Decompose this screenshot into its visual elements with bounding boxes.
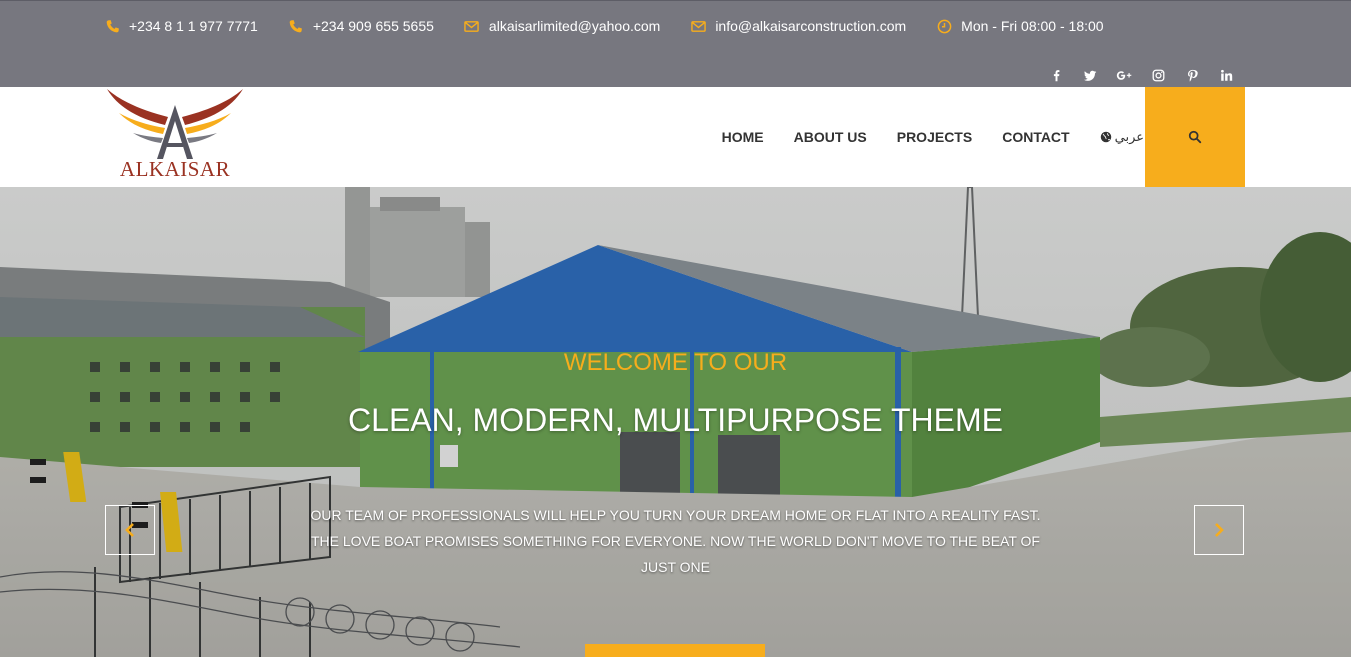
search-button[interactable] bbox=[1145, 87, 1245, 187]
top-bar: +234 8 1 1 977 7771 +234 909 655 5655 al… bbox=[0, 0, 1351, 87]
nav-about-us[interactable]: ABOUT US bbox=[794, 129, 867, 145]
mail-icon bbox=[690, 18, 706, 34]
hero-headline: CLEAN, MODERN, MULTIPURPOSE THEME bbox=[348, 402, 1003, 438]
contact-text: alkaisarlimited@yahoo.com bbox=[488, 18, 661, 34]
phone-icon bbox=[104, 18, 120, 34]
nav-projects[interactable]: PROJECTS bbox=[897, 129, 972, 145]
contact-phone-1[interactable]: +234 8 1 1 977 7771 bbox=[104, 18, 258, 34]
language-label: عربي bbox=[1114, 129, 1144, 144]
logo-emblem bbox=[107, 89, 243, 159]
slider-prev-button[interactable] bbox=[105, 505, 155, 555]
twitter-icon[interactable] bbox=[1073, 67, 1107, 83]
contact-hours: Mon - Fri 08:00 - 18:00 bbox=[936, 18, 1104, 34]
language-switch[interactable]: عربي bbox=[1100, 129, 1144, 145]
mail-icon bbox=[464, 18, 480, 34]
main-menu: HOME ABOUT US PROJECTS CONTACT عربي bbox=[692, 87, 1144, 187]
linkedin-icon[interactable] bbox=[1209, 67, 1243, 83]
search-icon bbox=[1188, 130, 1202, 144]
pinterest-icon[interactable] bbox=[1175, 67, 1209, 83]
hero-slider: WELCOME TO OUR CLEAN, MODERN, MULTIPURPO… bbox=[0, 187, 1351, 657]
contact-text: info@alkaisarconstruction.com bbox=[715, 18, 907, 34]
hero-cta-button[interactable] bbox=[585, 644, 765, 657]
instagram-icon[interactable] bbox=[1141, 67, 1175, 83]
contact-phone-2[interactable]: +234 909 655 5655 bbox=[288, 18, 434, 34]
contact-text: +234 8 1 1 977 7771 bbox=[129, 18, 258, 34]
contact-text: Mon - Fri 08:00 - 18:00 bbox=[961, 18, 1104, 34]
main-navbar: ALKAISAR HOME ABOUT US PROJECTS CONTACT … bbox=[0, 87, 1351, 187]
nav-contact[interactable]: CONTACT bbox=[1002, 129, 1069, 145]
hero-description: OUR TEAM OF PROFESSIONALS WILL HELP YOU … bbox=[310, 507, 1041, 575]
phone-icon bbox=[288, 18, 304, 34]
chevron-right-icon bbox=[1215, 523, 1224, 537]
clock-icon bbox=[936, 18, 952, 34]
logo-text: ALKAISAR bbox=[119, 157, 231, 181]
logo[interactable]: ALKAISAR bbox=[105, 87, 245, 186]
hero-kicker: WELCOME TO OUR bbox=[563, 349, 788, 376]
slider-next-button[interactable] bbox=[1194, 505, 1244, 555]
contact-email-1[interactable]: alkaisarlimited@yahoo.com bbox=[464, 18, 660, 34]
contact-email-2[interactable]: info@alkaisarconstruction.com bbox=[690, 18, 906, 34]
chevron-left-icon bbox=[125, 523, 134, 537]
contact-list: +234 8 1 1 977 7771 +234 909 655 5655 al… bbox=[104, 15, 1134, 37]
globe-icon bbox=[1100, 131, 1111, 143]
google-plus-icon[interactable] bbox=[1107, 67, 1141, 83]
social-links bbox=[1039, 67, 1243, 83]
nav-home[interactable]: HOME bbox=[722, 129, 764, 145]
facebook-icon[interactable] bbox=[1039, 67, 1073, 83]
contact-text: +234 909 655 5655 bbox=[312, 18, 434, 34]
